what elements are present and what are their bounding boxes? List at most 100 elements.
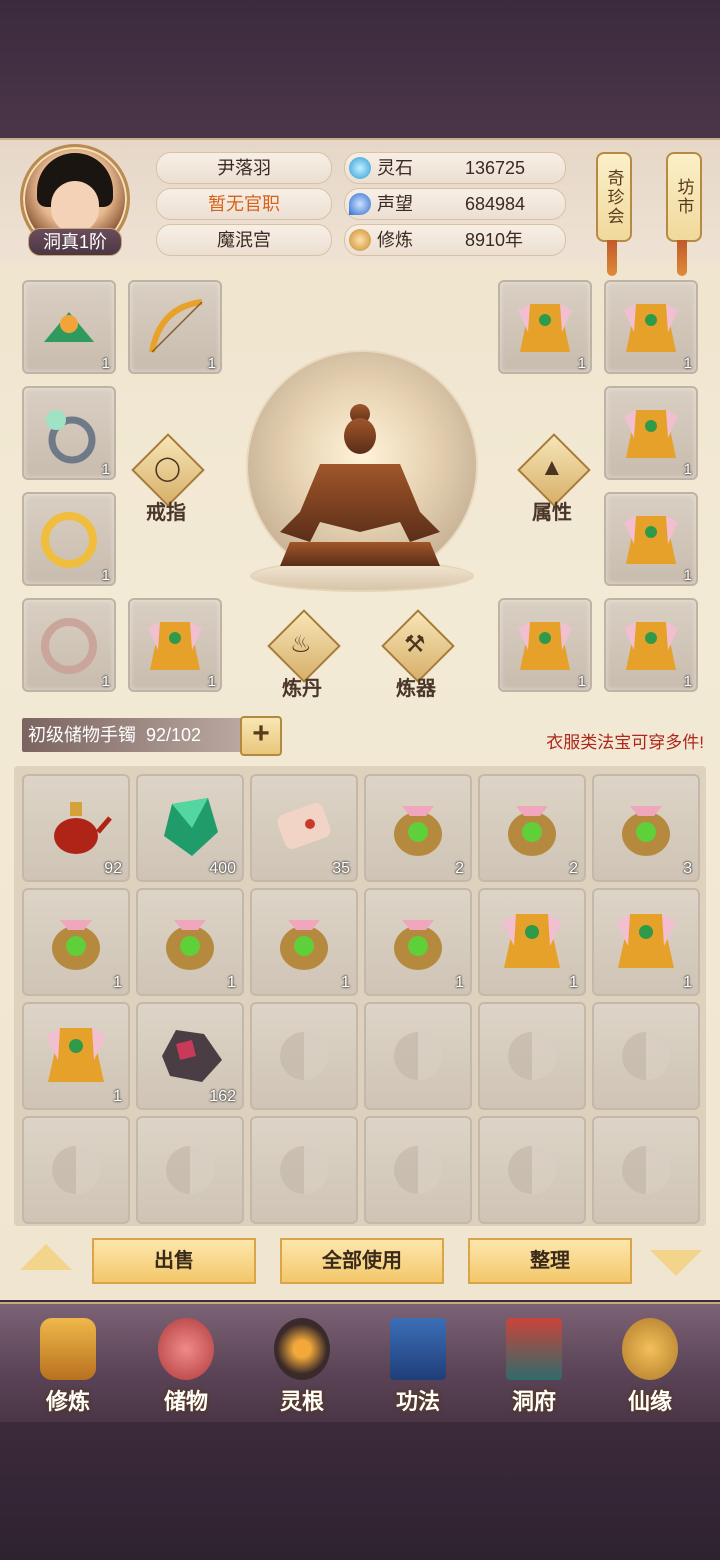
cave-mansion-icon — [506, 1318, 562, 1380]
golden-robe-icon — [46, 1028, 106, 1082]
yinyang-icon — [52, 1146, 100, 1194]
page-down-arrow-icon[interactable] — [650, 1250, 702, 1276]
equip-slot-ring-3[interactable]: 1 — [22, 598, 116, 692]
inventory-slot[interactable]: 1 — [250, 888, 358, 996]
scroll-icon — [277, 803, 331, 849]
equip-slot-robe[interactable]: 1 — [498, 598, 592, 692]
yinyang-icon — [280, 1032, 328, 1080]
storage-hint: 衣服类法宝可穿多件! — [546, 733, 704, 752]
stat-cultivation: 修炼 8910年 — [344, 224, 566, 256]
inventory-slot-empty[interactable] — [592, 1116, 700, 1224]
jade-crystal-icon — [164, 798, 218, 856]
equip-slot-ring-2[interactable]: 1 — [22, 492, 116, 586]
inventory-slot[interactable]: 1 — [22, 888, 130, 996]
yinyang-icon — [508, 1032, 556, 1080]
stat-spirit-stone: 灵石 136725 — [344, 152, 566, 184]
dark-ore-icon — [162, 1030, 222, 1082]
equip-slot-ring-1[interactable]: 1 — [22, 386, 116, 480]
equip-slot-robe[interactable]: 1 — [604, 598, 698, 692]
use-all-button[interactable]: 全部使用 — [280, 1238, 444, 1284]
inventory-slot-empty[interactable] — [22, 1116, 130, 1224]
equip-slot-hat[interactable]: 1 — [22, 280, 116, 374]
inventory-slot[interactable]: 1 — [22, 1002, 130, 1110]
nav-cave[interactable]: 洞府 — [484, 1310, 584, 1418]
nav-immortal-fate[interactable]: 仙缘 — [600, 1310, 700, 1418]
equip-slot-robe[interactable]: 1 — [604, 492, 698, 586]
treasure-pouch-icon — [394, 920, 442, 970]
gold-ring-icon — [41, 512, 97, 568]
teapot-icon — [54, 802, 112, 854]
equip-slot-weapon[interactable]: 1 — [128, 280, 222, 374]
spirit-root-icon — [274, 1318, 330, 1380]
avatar-face — [51, 181, 99, 233]
inventory-slot-empty[interactable] — [250, 1116, 358, 1224]
inventory-slot-empty[interactable] — [592, 1002, 700, 1110]
treasure-pouch-icon — [394, 806, 442, 856]
inventory-slot[interactable]: 2 — [364, 774, 472, 882]
golden-bow-icon — [149, 299, 203, 353]
treasure-pouch-icon — [508, 806, 556, 856]
reputation-crystal-icon — [349, 193, 371, 215]
forge-button[interactable]: ⚒ 炼器 — [380, 609, 455, 700]
inventory-slot[interactable]: 1 — [136, 888, 244, 996]
inventory-slot[interactable]: 162 — [136, 1002, 244, 1110]
inventory-slot-empty[interactable] — [250, 1002, 358, 1110]
market-button[interactable]: 坊市 — [666, 152, 702, 242]
golden-robe-icon — [502, 914, 562, 968]
inventory-slot-empty[interactable] — [136, 1116, 244, 1224]
page-up-arrow-icon[interactable] — [20, 1244, 72, 1270]
attributes-button[interactable]: ▲ 属性 — [516, 433, 591, 524]
sort-button[interactable]: 整理 — [468, 1238, 632, 1284]
official-title: 暂无官职 — [156, 188, 332, 220]
inventory-slot[interactable]: 1 — [364, 888, 472, 996]
treasure-pouch-icon — [52, 920, 100, 970]
equip-slot-robe[interactable]: 1 — [604, 386, 698, 480]
yinyang-icon — [394, 1146, 442, 1194]
golden-robe-icon — [616, 914, 676, 968]
meditation-icon — [349, 229, 371, 251]
technique-book-icon — [390, 1318, 446, 1380]
alchemy-button[interactable]: ♨ 炼丹 — [266, 609, 341, 700]
ring-button[interactable]: ◯ 戒指 — [130, 433, 205, 524]
tassel-decoration — [677, 240, 687, 276]
inventory-slot[interactable]: 92 — [22, 774, 130, 882]
nav-technique[interactable]: 功法 — [368, 1310, 468, 1418]
golden-robe-icon — [148, 622, 202, 670]
spirit-stone-icon — [349, 157, 371, 179]
golden-robe-icon — [624, 622, 678, 670]
equip-slot-robe[interactable]: 1 — [604, 280, 698, 374]
inventory-slot-empty[interactable] — [478, 1002, 586, 1110]
inventory-slot[interactable]: 400 — [136, 774, 244, 882]
yinyang-icon — [508, 1146, 556, 1194]
yinyang-icon — [622, 1032, 670, 1080]
stat-reputation: 声望 684984 — [344, 188, 566, 220]
inventory-slot[interactable]: 1 — [592, 888, 700, 996]
golden-robe-icon — [518, 622, 572, 670]
golden-robe-icon — [518, 304, 572, 352]
nav-cultivate[interactable]: 修炼 — [18, 1310, 118, 1418]
expand-storage-button[interactable]: + — [240, 716, 282, 756]
anvil-icon: ⚒ — [404, 631, 426, 658]
yinyang-icon — [280, 1146, 328, 1194]
inventory-slot[interactable]: 35 — [250, 774, 358, 882]
inventory-slot[interactable]: 1 — [478, 888, 586, 996]
hat-icon: ▲ — [540, 454, 564, 481]
inventory-slot-empty[interactable] — [478, 1116, 586, 1224]
storage-label: 初级储物手镯 92/102 — [22, 718, 248, 752]
nav-storage[interactable]: 储物 — [136, 1310, 236, 1418]
yinyang-icon — [622, 1146, 670, 1194]
sect-name: 魔泯宫 — [156, 224, 332, 256]
rank-tag: 洞真1阶 — [28, 228, 122, 256]
sell-button[interactable]: 出售 — [92, 1238, 256, 1284]
inventory-slot-empty[interactable] — [364, 1116, 472, 1224]
silver-ring-icon — [41, 618, 97, 674]
treasure-fair-button[interactable]: 奇珍会 — [596, 152, 632, 242]
inventory-slot[interactable]: 3 — [592, 774, 700, 882]
cultivate-icon — [40, 1318, 96, 1380]
inventory-slot-empty[interactable] — [364, 1002, 472, 1110]
nav-spirit-root[interactable]: 灵根 — [252, 1310, 352, 1418]
yinyang-icon — [166, 1146, 214, 1194]
inventory-slot[interactable]: 2 — [478, 774, 586, 882]
equip-slot-robe[interactable]: 1 — [498, 280, 592, 374]
equip-slot-robe[interactable]: 1 — [128, 598, 222, 692]
